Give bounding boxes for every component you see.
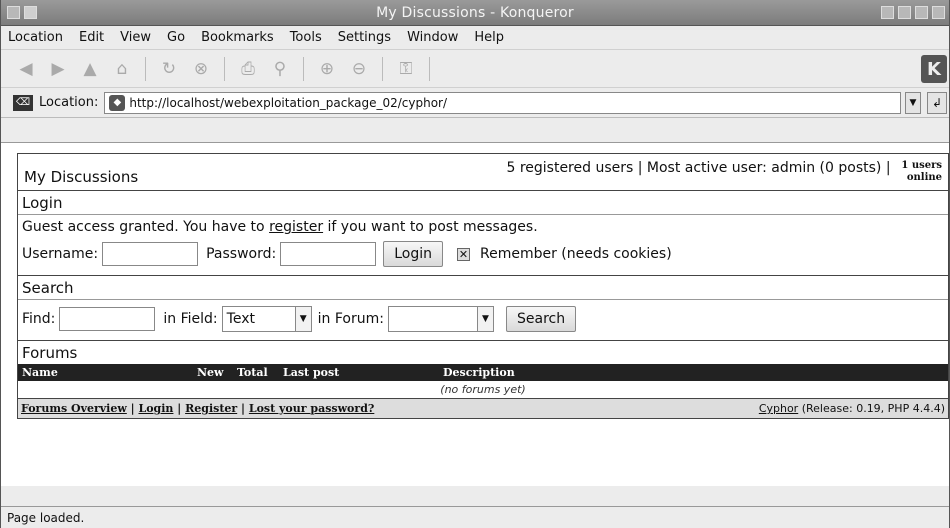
menu-bookmarks[interactable]: Bookmarks (198, 30, 277, 45)
forums-table: Name New Total Last post Description (no… (18, 364, 948, 398)
username-label: Username: (22, 246, 99, 262)
forums-overview-link[interactable]: Forums Overview (21, 402, 127, 415)
empty-forums-text: (no forums yet) (440, 383, 526, 396)
cyphor-link[interactable]: Cyphor (759, 402, 798, 415)
site-favicon-icon: ◆ (109, 94, 126, 111)
forums-section: Forums Name New Total Last post Descript… (18, 341, 948, 418)
guest-notice: Guest access granted. You have to regist… (22, 219, 944, 235)
col-description[interactable]: Description (439, 364, 948, 381)
chevron-down-icon: ▼ (294, 307, 311, 331)
site-stats: 5 registered users | Most active user: a… (506, 160, 942, 186)
guest-text-end: if you want to post messages. (323, 219, 538, 235)
go-icon[interactable]: ↲ (927, 91, 947, 114)
login-section: Login Guest access granted. You have to … (18, 191, 948, 276)
home-icon[interactable]: ⌂ (111, 58, 133, 80)
app-menu-icon[interactable] (7, 6, 20, 19)
search-button[interactable]: Search (505, 306, 577, 332)
register-footer-link[interactable]: Register (185, 402, 237, 415)
col-last-post[interactable]: Last post (279, 364, 439, 381)
security-icon[interactable]: ⚿ (395, 58, 417, 80)
find-icon[interactable]: ⚲ (269, 58, 291, 80)
forward-icon[interactable]: ▶ (47, 58, 69, 80)
menu-bar: Location Edit View Go Bookmarks Tools Se… (1, 26, 949, 50)
clear-location-icon[interactable]: ⌫ (13, 94, 33, 111)
password-input[interactable] (280, 242, 377, 266)
field-select-value: Text (226, 311, 255, 327)
search-section: Search Find: in Field: Text ▼ in Forum: (18, 276, 948, 341)
location-input[interactable]: ◆ http://localhost/webexploitation_packa… (104, 91, 901, 114)
maximize-icon[interactable] (915, 6, 928, 19)
reload-icon[interactable]: ↻ (158, 58, 180, 80)
col-new[interactable]: New (193, 364, 233, 381)
toolbar-separator (429, 56, 430, 81)
forum-select[interactable]: ▼ (387, 306, 494, 332)
web-view: My Discussions 5 registered users | Most… (1, 142, 949, 486)
konqueror-window: My Discussions - Konqueror Location Edit… (0, 0, 950, 528)
page-footer: Forums Overview | Login | Register | Los… (18, 398, 948, 418)
search-heading: Search (18, 276, 948, 300)
table-row: (no forums yet) (18, 381, 948, 398)
location-toolbar: ⌫ Location: ◆ http://localhost/webexploi… (1, 88, 949, 118)
find-label: Find: (22, 311, 56, 327)
zoom-in-icon[interactable]: ⊕ (316, 58, 338, 80)
menu-window[interactable]: Window (404, 30, 461, 45)
back-icon[interactable]: ◀ (15, 58, 37, 80)
location-history-dropdown[interactable]: ▼ (905, 91, 921, 114)
menu-tools[interactable]: Tools (287, 30, 325, 45)
toolbar-separator (224, 56, 225, 81)
toolbar-separator (382, 56, 383, 81)
lost-password-link[interactable]: Lost your password? (249, 402, 374, 415)
title-bar: My Discussions - Konqueror (1, 0, 949, 26)
minimize-icon[interactable] (898, 6, 911, 19)
release-info: (Release: 0.19, PHP 4.4.4) (801, 402, 945, 415)
zoom-out-icon[interactable]: ⊖ (348, 58, 370, 80)
menu-view[interactable]: View (117, 30, 154, 45)
menu-edit[interactable]: Edit (76, 30, 107, 45)
close-icon[interactable] (932, 6, 945, 19)
menu-help[interactable]: Help (471, 30, 507, 45)
menu-settings[interactable]: Settings (335, 30, 394, 45)
sticky-icon[interactable] (24, 6, 37, 19)
toolbar-separator (145, 56, 146, 81)
col-name[interactable]: Name (18, 364, 193, 381)
password-label: Password: (206, 246, 277, 262)
forums-heading: Forums (18, 341, 948, 364)
remember-label: Remember (needs cookies) (479, 246, 672, 262)
col-total[interactable]: Total (233, 364, 279, 381)
main-toolbar: ◀ ▶ ▲ ⌂ ↻ ⊗ ⎙ ⚲ ⊕ ⊖ ⚿ K (1, 50, 949, 88)
login-button[interactable]: Login (383, 241, 443, 267)
status-text: Page loaded. (7, 511, 85, 525)
forum-label: in Forum: (317, 311, 384, 327)
login-link[interactable]: Login (138, 402, 173, 415)
online-users: 1 users online (901, 160, 942, 183)
page-title: My Discussions (24, 168, 139, 186)
username-input[interactable] (102, 242, 199, 266)
guest-text: Guest access granted. You have to (22, 219, 270, 235)
status-bar: Page loaded. (1, 506, 949, 528)
remember-checkbox[interactable]: ✕ (456, 247, 470, 261)
location-url: http://localhost/webexploitation_package… (129, 95, 448, 110)
stop-icon[interactable]: ⊗ (190, 58, 212, 80)
field-label: in Field: (163, 311, 218, 327)
toolbar-separator (303, 56, 304, 81)
forums-header-row: Name New Total Last post Description (18, 364, 948, 381)
stats-text: 5 registered users | Most active user: a… (506, 160, 891, 176)
menu-location[interactable]: Location (5, 30, 66, 45)
menu-go[interactable]: Go (164, 30, 188, 45)
login-heading: Login (18, 191, 948, 215)
chevron-down-icon: ▼ (476, 307, 493, 331)
print-icon[interactable]: ⎙ (237, 58, 259, 80)
forum-page: My Discussions 5 registered users | Most… (17, 153, 949, 419)
help-icon[interactable] (881, 6, 894, 19)
window-title: My Discussions - Konqueror (376, 4, 574, 21)
page-header: My Discussions 5 registered users | Most… (18, 154, 948, 191)
konqueror-logo-icon: K (921, 55, 947, 83)
register-link[interactable]: register (269, 219, 323, 235)
find-input[interactable] (59, 307, 156, 331)
location-label: Location: (39, 95, 99, 110)
up-icon[interactable]: ▲ (79, 58, 101, 80)
field-select[interactable]: Text ▼ (221, 306, 312, 332)
